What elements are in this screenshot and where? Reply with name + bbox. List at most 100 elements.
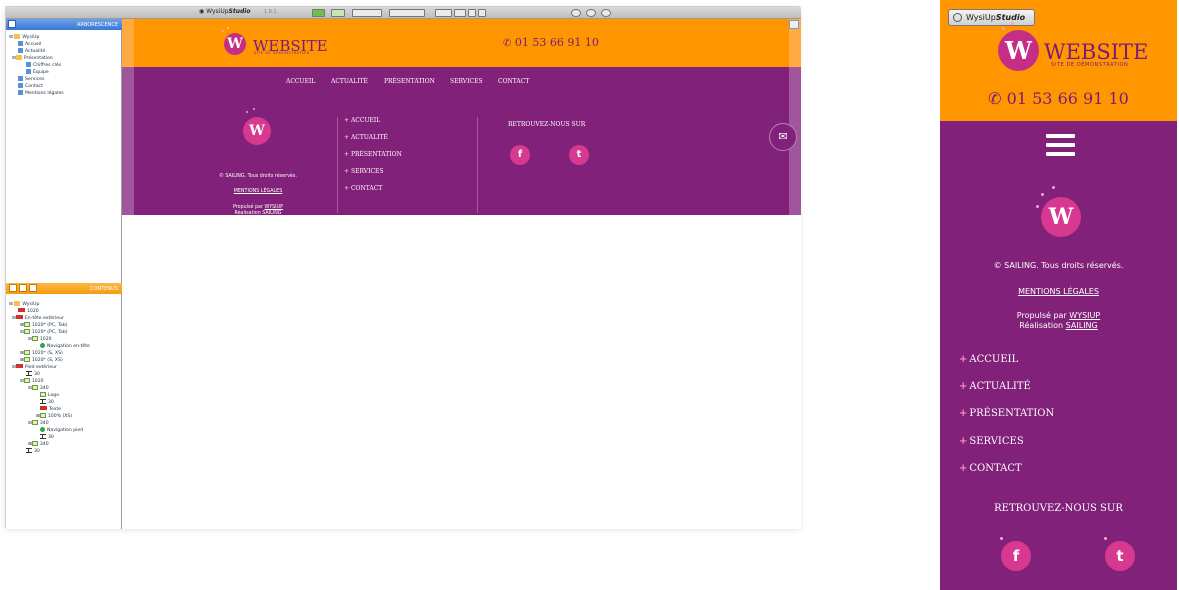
- social-dot: [1000, 537, 1003, 540]
- layout-button[interactable]: [352, 9, 382, 17]
- mobile-link-actualite[interactable]: + ACTUALITÉ: [959, 381, 1031, 392]
- device-tablet-icon[interactable]: [454, 9, 466, 17]
- content-item[interactable]: 30: [26, 448, 40, 455]
- mobile-phone[interactable]: ✆ 01 53 66 91 10: [940, 89, 1177, 108]
- mobile-credits: Propulsé par WYSIUP Réalisation SAILING: [1016, 311, 1101, 330]
- add-block-icon[interactable]: [29, 284, 37, 292]
- content-item[interactable]: Navigation pied: [40, 427, 83, 434]
- image-icon: [40, 392, 46, 397]
- mobile-facebook-icon[interactable]: f: [1001, 541, 1031, 571]
- content-item[interactable]: 30: [26, 371, 40, 378]
- page-canvas[interactable]: W WEBSITE SITE DE DÉMONSTRATION ✆ 01 53 …: [122, 19, 801, 529]
- content-item[interactable]: ⊟ 1020: [20, 378, 44, 385]
- site-logo-icon[interactable]: W: [224, 33, 246, 55]
- tree-item-equipe[interactable]: Équipe: [26, 69, 49, 76]
- navigation-icon: [40, 427, 45, 432]
- nav-presentation[interactable]: PRÉSENTATION: [384, 78, 435, 85]
- header-phone[interactable]: ✆ 01 53 66 91 10: [503, 36, 599, 49]
- page-tree-icon[interactable]: [8, 20, 16, 28]
- preview-button[interactable]: [331, 9, 345, 17]
- content-item[interactable]: ⊟ WysiUp: [9, 301, 39, 308]
- content-item[interactable]: ⊟ 1020* (PC, Tab): [20, 329, 68, 336]
- tree-item-services[interactable]: Services: [18, 76, 44, 83]
- grid-icon: [23, 350, 30, 355]
- content-item[interactable]: 1020: [18, 308, 39, 315]
- mobile-twitter-icon[interactable]: t: [1105, 541, 1135, 571]
- settings-icon[interactable]: [586, 9, 596, 17]
- collapse-right-button[interactable]: [789, 20, 799, 29]
- wysiup-link[interactable]: WYSIUP: [264, 205, 283, 210]
- content-item[interactable]: Navigation en-tête: [40, 343, 90, 350]
- tree-panel-header: ARBORESCENCE: [6, 19, 122, 30]
- grid-icon: [31, 385, 38, 390]
- device-small-phone-icon[interactable]: [478, 9, 486, 17]
- mail-icon[interactable]: ✉: [769, 123, 797, 151]
- mobile-link-services[interactable]: + SERVICES: [959, 436, 1024, 447]
- tree-item-presentation[interactable]: ⊟ Présentation: [12, 55, 53, 62]
- content-item[interactable]: ⊟ En-tête extérieur: [12, 315, 64, 322]
- footer-link-actualite[interactable]: + ACTUALITÉ: [344, 134, 388, 141]
- nav-services[interactable]: SERVICES: [450, 78, 483, 85]
- user-icon[interactable]: [601, 9, 611, 17]
- sailing-link[interactable]: SAILING: [262, 211, 281, 216]
- content-item[interactable]: 30: [40, 434, 54, 441]
- help-icon[interactable]: [571, 9, 581, 17]
- footer-link-presentation[interactable]: + PRÉSENTATION: [344, 151, 402, 158]
- nav-accueil[interactable]: ACCUEIL: [286, 78, 315, 85]
- app-title: ◉ WysiUpStudio: [199, 8, 251, 15]
- footer-link-contact[interactable]: + CONTACT: [344, 185, 382, 192]
- mobile-logo-icon[interactable]: W: [998, 30, 1039, 71]
- device-phone-icon[interactable]: [468, 9, 476, 17]
- spacer-icon: [40, 399, 46, 404]
- footer-logo-icon[interactable]: W: [243, 117, 271, 145]
- grid-icon: [23, 329, 30, 334]
- navigation-icon: [40, 343, 45, 348]
- home-icon: [14, 301, 21, 306]
- sailing-link[interactable]: SAILING: [1066, 321, 1098, 330]
- mobile-link-contact[interactable]: + CONTACT: [959, 463, 1022, 474]
- tree-item-contact[interactable]: Contact: [18, 83, 43, 90]
- content-item[interactable]: ⊟ 340: [28, 420, 49, 427]
- block-tab-icon[interactable]: [19, 284, 27, 292]
- mobile-site-name[interactable]: WEBSITE: [1044, 40, 1148, 64]
- wysiup-link[interactable]: WYSIUP: [1069, 311, 1100, 320]
- content-item[interactable]: ⊟ 1020: [28, 336, 52, 343]
- content-item[interactable]: ⊟ 340: [28, 385, 49, 392]
- tree-item-actualite[interactable]: Actualité: [18, 48, 45, 55]
- nav-actualite[interactable]: ACTUALITÉ: [331, 78, 368, 85]
- align-button[interactable]: [389, 9, 425, 17]
- page-icon: [18, 90, 23, 95]
- content-item[interactable]: Logo: [40, 392, 59, 399]
- mobile-legal-link[interactable]: MENTIONS LÉGALES: [940, 287, 1177, 296]
- tree-item-root[interactable]: ⊟ WysiUp: [9, 34, 39, 41]
- spacer-icon: [40, 434, 46, 439]
- mobile-link-presentation[interactable]: + PRÉSENTATION: [959, 408, 1054, 419]
- publish-button[interactable]: [312, 9, 325, 17]
- content-item[interactable]: 30: [40, 399, 54, 406]
- tree-item-chiffres[interactable]: Chiffres clés: [26, 62, 61, 69]
- grid-icon: [23, 357, 30, 362]
- studio-button[interactable]: WysiUpStudio: [948, 9, 1035, 26]
- tree-item-mentions[interactable]: Mentions légales: [18, 90, 64, 97]
- twitter-icon[interactable]: t: [569, 145, 589, 165]
- mobile-link-accueil[interactable]: + ACCUEIL: [959, 354, 1018, 365]
- content-item[interactable]: ⊞ 1020* (S, XS): [20, 357, 63, 364]
- footer-link-accueil[interactable]: + ACCUEIL: [344, 117, 380, 124]
- content-item[interactable]: Texte: [40, 406, 61, 413]
- content-item[interactable]: ⊟ Pied extérieur: [12, 364, 57, 371]
- logo-dot: [1002, 27, 1005, 30]
- mobile-footer-logo-icon[interactable]: W: [1041, 197, 1081, 237]
- nav-contact[interactable]: CONTACT: [498, 78, 529, 85]
- content-tab-icon[interactable]: [9, 284, 17, 292]
- logo-dot: [1011, 22, 1014, 25]
- content-item[interactable]: ⊞ 1020* (S, XS): [20, 350, 63, 357]
- footer-legal-link[interactable]: MENTIONS LÉGALES: [187, 189, 329, 194]
- device-desktop-icon[interactable]: [435, 9, 452, 17]
- content-item[interactable]: ⊞ 100% (XS): [36, 413, 72, 420]
- footer-link-services[interactable]: + SERVICES: [344, 168, 384, 175]
- content-item[interactable]: ⊞ 1020* (PC, Tab): [20, 322, 68, 329]
- facebook-icon[interactable]: f: [510, 145, 530, 165]
- content-item[interactable]: ⊞ 340: [28, 441, 49, 448]
- tree-item-accueil[interactable]: Accueil: [18, 41, 41, 48]
- hamburger-menu-icon[interactable]: [1046, 134, 1075, 156]
